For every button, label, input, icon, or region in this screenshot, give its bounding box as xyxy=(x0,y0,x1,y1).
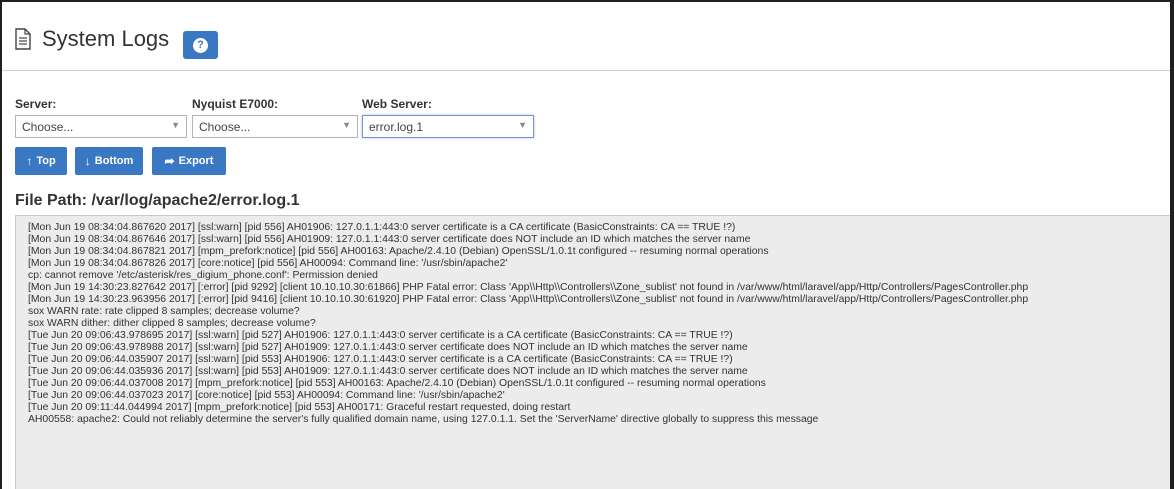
log-line: [Tue Jun 20 09:06:44.035936 2017] [ssl:w… xyxy=(28,366,748,377)
arrow-down-icon: ↓ xyxy=(84,154,91,168)
arrow-up-icon: ↑ xyxy=(26,154,33,168)
chevron-down-icon: ▼ xyxy=(342,120,351,130)
log-line: [Tue Jun 20 09:06:44.037008 2017] [mpm_p… xyxy=(28,378,766,389)
top-button-label: Top xyxy=(36,155,56,167)
server-label: Server: xyxy=(15,97,57,111)
file-path: File Path: /var/log/apache2/error.log.1 xyxy=(15,192,300,209)
page-header: System Logs ? xyxy=(2,2,1174,71)
webserver-label: Web Server: xyxy=(362,97,432,111)
top-button[interactable]: ↑ Top xyxy=(15,147,67,175)
log-output[interactable]: [Mon Jun 19 08:34:04.867620 2017] [ssl:w… xyxy=(15,215,1174,489)
log-line: cp: cannot remove '/etc/asterisk/res_dig… xyxy=(28,270,378,281)
nyquist-label: Nyquist E7000: xyxy=(192,97,279,111)
chevron-down-icon: ▼ xyxy=(518,120,527,130)
log-line: [Mon Jun 19 14:30:23.963956 2017] [:erro… xyxy=(28,294,1029,305)
webserver-select-value: error.log.1 xyxy=(369,120,424,134)
export-button[interactable]: ➦ Export xyxy=(152,147,226,175)
log-line: [Tue Jun 20 09:06:43.978695 2017] [ssl:w… xyxy=(28,330,733,341)
log-line: [Mon Jun 19 08:34:04.867620 2017] [ssl:w… xyxy=(28,222,736,233)
document-icon xyxy=(15,28,31,50)
help-button[interactable]: ? xyxy=(183,31,218,59)
log-line: [Mon Jun 19 14:30:23.827642 2017] [:erro… xyxy=(28,282,1029,293)
log-line: sox WARN dither: dither clipped 8 sample… xyxy=(28,318,316,329)
log-line: [Mon Jun 19 08:34:04.867826 2017] [core:… xyxy=(28,258,508,269)
log-line: [Mon Jun 19 08:34:04.867646 2017] [ssl:w… xyxy=(28,234,751,245)
log-line: AH00558: apache2: Could not reliably det… xyxy=(28,414,819,425)
log-line: [Tue Jun 20 09:06:44.035907 2017] [ssl:w… xyxy=(28,354,733,365)
bottom-button[interactable]: ↓ Bottom xyxy=(75,147,143,175)
log-line: sox WARN rate: rate clipped 8 samples; d… xyxy=(28,306,300,317)
log-line: [Tue Jun 20 09:11:44.044994 2017] [mpm_p… xyxy=(28,402,571,413)
server-select-value: Choose... xyxy=(22,120,74,134)
bottom-button-label: Bottom xyxy=(94,155,134,167)
export-button-label: Export xyxy=(178,155,214,167)
log-line: [Mon Jun 19 08:34:04.867821 2017] [mpm_p… xyxy=(28,246,769,257)
question-icon: ? xyxy=(193,37,208,53)
window-border xyxy=(1170,0,1174,489)
webserver-select[interactable]: error.log.1 ▼ xyxy=(362,115,534,138)
chevron-down-icon: ▼ xyxy=(171,120,180,130)
share-arrow-icon: ➦ xyxy=(164,154,175,168)
server-select[interactable]: Choose... ▼ xyxy=(15,115,187,138)
page-title: System Logs xyxy=(42,26,170,51)
nyquist-select[interactable]: Choose... ▼ xyxy=(192,115,358,138)
log-line: [Tue Jun 20 09:06:44.037023 2017] [core:… xyxy=(28,390,505,401)
nyquist-select-value: Choose... xyxy=(199,120,251,134)
system-logs-panel: System Logs ? Server: Nyquist E7000: Web… xyxy=(0,0,1174,489)
log-line: [Tue Jun 20 09:06:43.978988 2017] [ssl:w… xyxy=(28,342,748,353)
